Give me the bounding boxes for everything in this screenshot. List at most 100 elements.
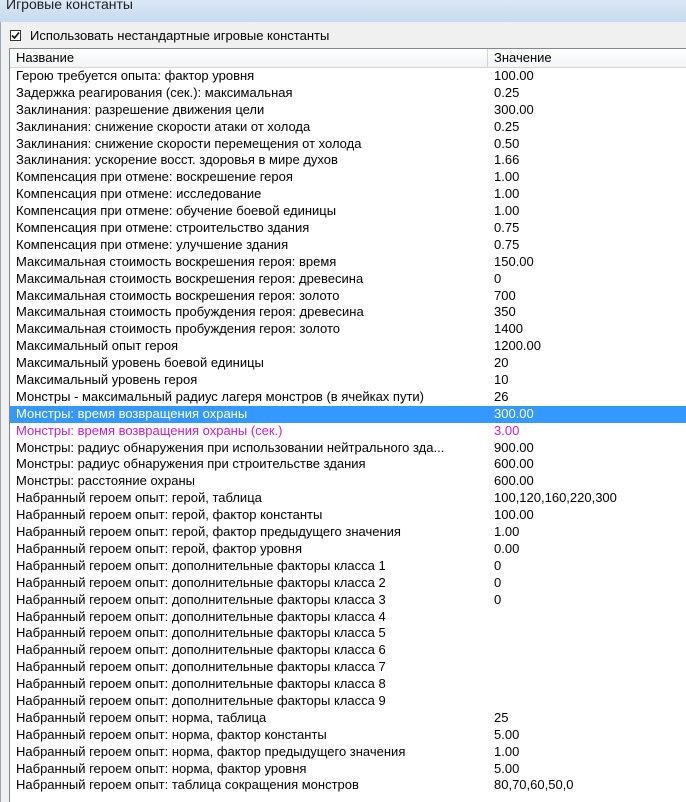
constant-name-cell: Заклинания: снижение скорости атаки от х… xyxy=(16,118,311,134)
constant-value-cell: 350 xyxy=(494,304,516,320)
table-body: Герою требуется опыта: фактор уровня 100.… xyxy=(10,68,686,794)
constant-value-cell: 600.00 xyxy=(494,473,534,489)
constant-name-cell: Набранный героем опыт: герой, фактор пре… xyxy=(16,524,401,540)
table-row[interactable]: Набранный героем опыт: дополнительные фа… xyxy=(10,659,686,676)
constant-name-cell: Задержка реагирования (сек.): максимальн… xyxy=(16,84,293,100)
constant-value-cell: 5.00 xyxy=(494,760,520,776)
constant-value-cell: 1.00 xyxy=(494,186,520,202)
constant-value-cell: 3.00 xyxy=(494,422,520,438)
constant-name-cell: Набранный героем опыт: дополнительные фа… xyxy=(16,642,386,658)
table-row[interactable]: Максимальный уровень героя 10 xyxy=(10,372,686,389)
constant-value-cell: 0.25 xyxy=(494,84,520,100)
constant-value-cell: 100,120,160,220,300 xyxy=(494,490,617,506)
constant-value-cell: 300.00 xyxy=(494,405,534,421)
constant-value-cell: 0 xyxy=(494,557,502,573)
custom-constants-option[interactable]: Использовать нестандартные игровые конст… xyxy=(10,27,329,44)
constant-value-cell: 0.75 xyxy=(494,236,520,252)
constant-value-cell: 0.00 xyxy=(494,540,520,556)
constant-name-cell: Монстры - максимальный радиус лагеря мон… xyxy=(16,388,424,404)
constant-value-cell: 0 xyxy=(494,591,502,607)
constant-value-cell: 25 xyxy=(494,709,509,725)
window-title: Игровые константы xyxy=(6,0,133,12)
constant-name-cell: Набранный героем опыт: дополнительные фа… xyxy=(16,591,386,607)
table-row[interactable]: Набранный героем опыт: дополнительные фа… xyxy=(10,575,686,592)
constant-value-cell: 100.00 xyxy=(494,507,534,523)
table-row[interactable]: Набранный героем опыт: таблица сокращени… xyxy=(10,777,686,794)
table-row[interactable]: Набранный героем опыт: норма, фактор уро… xyxy=(10,761,686,778)
constant-value-cell: 900.00 xyxy=(494,439,534,455)
table-row[interactable]: Набранный героем опыт: герой, фактор уро… xyxy=(10,541,686,558)
constant-name-cell: Набранный героем опыт: дополнительные фа… xyxy=(16,692,386,708)
table-row[interactable]: Монстры - максимальный радиус лагеря мон… xyxy=(10,389,686,406)
constant-name-cell: Компенсация при отмене: улучшение здания xyxy=(16,236,289,252)
constants-table[interactable]: Название Значение Герою требуется опыта:… xyxy=(9,48,686,802)
constant-name-cell: Набранный героем опыт: норма, таблица xyxy=(16,709,267,725)
constant-name-cell: Максимальная стоимость воскрешения героя… xyxy=(16,270,364,286)
table-row[interactable]: Заклинания: снижение скорости атаки от х… xyxy=(10,119,686,136)
constant-value-cell: 0.75 xyxy=(494,220,520,236)
constant-value-cell: 1.00 xyxy=(494,524,520,540)
table-row[interactable]: Максимальный уровень боевой единицы 20 xyxy=(10,355,686,372)
table-row[interactable]: Набранный героем опыт: герой, фактор пре… xyxy=(10,524,686,541)
constant-name-cell: Компенсация при отмене: обучение боевой … xyxy=(16,203,337,219)
table-row[interactable]: Набранный героем опыт: дополнительные фа… xyxy=(10,558,686,575)
table-row[interactable]: Компенсация при отмене: обучение боевой … xyxy=(10,203,686,220)
table-row[interactable]: Набранный героем опыт: дополнительные фа… xyxy=(10,592,686,609)
table-row[interactable]: Максимальный опыт героя 1200.00 xyxy=(10,338,686,355)
constant-name-cell: Набранный героем опыт: норма, фактор пре… xyxy=(16,743,406,759)
table-row[interactable]: Компенсация при отмене: исследование 1.00 xyxy=(10,186,686,203)
table-row[interactable]: Задержка реагирования (сек.): максимальн… xyxy=(10,85,686,102)
table-row[interactable]: Монстры: радиус обнаружения при использо… xyxy=(10,440,686,457)
table-row[interactable]: Максимальная стоимость воскрешения героя… xyxy=(10,254,686,271)
table-row[interactable]: Набранный героем опыт: норма, фактор пре… xyxy=(10,744,686,761)
table-row[interactable]: Монстры: расстояние охраны 600.00 xyxy=(10,473,686,490)
column-header-name[interactable]: Название xyxy=(10,49,488,67)
table-row[interactable]: Набранный героем опыт: дополнительные фа… xyxy=(10,625,686,642)
table-row[interactable]: Монстры: время возвращения охраны (сек.)… xyxy=(10,423,686,440)
constant-value-cell: 100.00 xyxy=(494,68,534,83)
constant-name-cell: Монстры: радиус обнаружения при строител… xyxy=(16,456,366,472)
constant-value-cell: 20 xyxy=(494,355,509,371)
table-row[interactable]: Набранный героем опыт: дополнительные фа… xyxy=(10,693,686,710)
checkmark-icon xyxy=(11,31,20,40)
table-row[interactable]: Максимальная стоимость пробуждения героя… xyxy=(10,304,686,321)
constant-name-cell: Набранный героем опыт: таблица сокращени… xyxy=(16,777,359,793)
table-row[interactable]: Набранный героем опыт: дополнительные фа… xyxy=(10,676,686,693)
constant-value-cell: 0.25 xyxy=(494,118,520,134)
table-row[interactable]: Максимальная стоимость воскрешения героя… xyxy=(10,288,686,305)
constant-value-cell: 5.00 xyxy=(494,726,520,742)
table-row[interactable]: Заклинания: ускорение восст. здоровья в … xyxy=(10,152,686,169)
constant-value-cell: 1.00 xyxy=(494,743,520,759)
table-row[interactable]: Набранный героем опыт: дополнительные фа… xyxy=(10,642,686,659)
constant-name-cell: Максимальная стоимость воскрешения героя… xyxy=(16,287,340,303)
constant-name-cell: Монстры: расстояние охраны xyxy=(16,473,196,489)
table-row[interactable]: Компенсация при отмене: воскрешение геро… xyxy=(10,169,686,186)
constant-name-cell: Максимальная стоимость пробуждения героя… xyxy=(16,304,364,320)
table-row[interactable]: Набранный героем опыт: дополнительные фа… xyxy=(10,609,686,626)
table-row[interactable]: Компенсация при отмене: строительство зд… xyxy=(10,220,686,237)
table-row[interactable]: Набранный героем опыт: норма, фактор кон… xyxy=(10,727,686,744)
constant-value-cell: 0 xyxy=(494,270,502,286)
title-bar[interactable]: Игровые константы xyxy=(0,0,686,22)
table-row[interactable]: Монстры: радиус обнаружения при строител… xyxy=(10,456,686,473)
constant-name-cell: Набранный героем опыт: дополнительные фа… xyxy=(16,625,386,641)
constant-value-cell: 26 xyxy=(494,388,509,404)
constant-value-cell: 150.00 xyxy=(494,253,534,269)
table-row[interactable]: Набранный героем опыт: норма, таблица 25 xyxy=(10,710,686,727)
constant-name-cell: Набранный героем опыт: герой, фактор уро… xyxy=(16,540,303,556)
table-row[interactable]: Максимальная стоимость пробуждения героя… xyxy=(10,321,686,338)
custom-constants-checkbox[interactable] xyxy=(10,30,21,41)
table-row[interactable]: Компенсация при отмене: улучшение здания… xyxy=(10,237,686,254)
constant-value-cell: 1.66 xyxy=(494,152,520,168)
table-row[interactable]: Набранный героем опыт: герой, фактор кон… xyxy=(10,507,686,524)
table-row[interactable]: Заклинания: разрешение движения цели 300.… xyxy=(10,102,686,119)
table-row[interactable]: Максимальная стоимость воскрешения героя… xyxy=(10,271,686,288)
custom-constants-label: Использовать нестандартные игровые конст… xyxy=(30,28,330,43)
column-header-value[interactable]: Значение xyxy=(488,49,686,67)
table-row[interactable]: Монстры: время возвращения охраны 300.00 xyxy=(10,405,686,423)
constant-name-cell: Заклинания: разрешение движения цели xyxy=(16,101,265,117)
table-row[interactable]: Герою требуется опыта: фактор уровня 100.… xyxy=(10,68,686,85)
constant-name-cell: Набранный героем опыт: дополнительные фа… xyxy=(16,557,386,573)
table-row[interactable]: Заклинания: снижение скорости перемещени… xyxy=(10,136,686,153)
table-row[interactable]: Набранный героем опыт: герой, таблица 100… xyxy=(10,490,686,507)
